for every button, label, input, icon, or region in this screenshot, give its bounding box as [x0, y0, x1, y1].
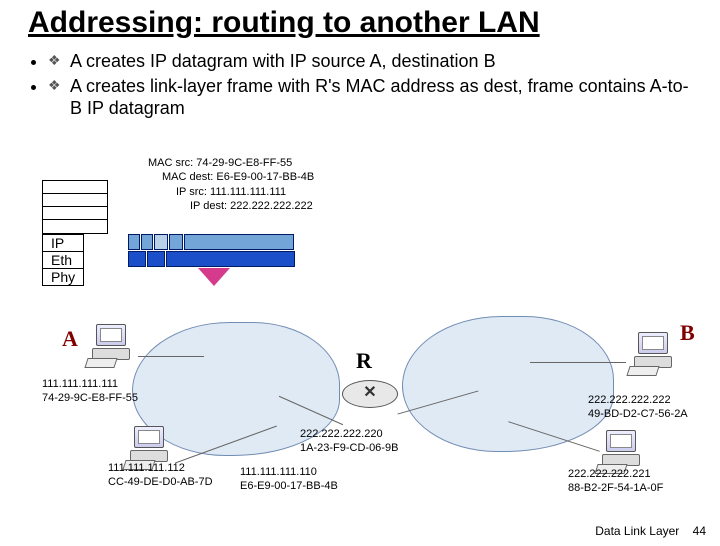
packet-callout: MAC src: 74-29-9C-E8-FF-55 MAC dest: E6-…: [148, 156, 314, 213]
down-arrow-icon: [198, 268, 230, 286]
packet-diagram: [128, 234, 296, 268]
ip-dest-label: IP dest: 222.222.222.222: [148, 199, 314, 213]
router-left-info: 111.111.111.110 E6-E9-00-17-BB-4B: [240, 466, 338, 494]
router-label: R: [356, 348, 372, 374]
ip-src-label: IP src: 111.111.111.111: [148, 185, 314, 199]
bullet-item: A creates link-layer frame with R's MAC …: [48, 75, 696, 120]
mac-src-label: MAC src: 74-29-9C-E8-FF-55: [148, 156, 314, 170]
layer-stack: IP Eth Phy: [42, 234, 84, 286]
lan-cloud-right: [402, 316, 614, 452]
computer-icon: [124, 426, 176, 466]
computer-icon: [86, 324, 138, 364]
ip-address: 222.222.222.221: [568, 468, 663, 482]
footer-label: Data Link Layer: [595, 524, 679, 538]
node-b-info: 222.222.222.222 49-BD-D2-C7-56-2A: [588, 394, 688, 422]
ip-address: 222.222.222.220: [300, 428, 398, 442]
slide-title: Addressing: routing to another LAN: [28, 6, 712, 40]
layer-eth: Eth: [43, 252, 83, 269]
slide-footer: Data Link Layer 44: [595, 524, 706, 538]
ip-address: 111.111.111.110: [240, 466, 338, 480]
wire: [138, 356, 204, 357]
router-icon: [342, 380, 398, 408]
bullet-list: A creates IP datagram with IP source A, …: [48, 50, 696, 120]
mac-address: 74-29-9C-E8-FF-55: [42, 392, 138, 406]
ip-address: 111.111.111.112: [108, 462, 213, 476]
mac-address: 1A-23-F9-CD-06-9B: [300, 442, 398, 456]
computer-icon: [596, 430, 648, 470]
host-b-label: B: [680, 320, 695, 346]
layer-ip: IP: [43, 235, 83, 252]
ip-address: 222.222.222.222: [588, 394, 688, 408]
mac-address: E6-E9-00-17-BB-4B: [240, 480, 338, 494]
layer-phy: Phy: [43, 269, 83, 285]
node-a2-info: 111.111.111.112 CC-49-DE-D0-AB-7D: [108, 462, 213, 490]
computer-icon: [628, 332, 680, 372]
host-a-label: A: [62, 326, 78, 352]
mac-address: CC-49-DE-D0-AB-7D: [108, 476, 213, 490]
node-a-info: 111.111.111.111 74-29-9C-E8-FF-55: [42, 378, 138, 406]
ip-address: 111.111.111.111: [42, 378, 138, 392]
page-number: 44: [693, 524, 706, 538]
node-b2-info: 222.222.222.221 88-B2-2F-54-1A-0F: [568, 468, 663, 496]
mac-dest-label: MAC dest: E6-E9-00-17-BB-4B: [148, 170, 314, 184]
mac-address: 88-B2-2F-54-1A-0F: [568, 482, 663, 496]
wire: [530, 362, 626, 363]
mac-address: 49-BD-D2-C7-56-2A: [588, 408, 688, 422]
bullet-item: A creates IP datagram with IP source A, …: [48, 50, 696, 73]
layer-stack-empty: [42, 180, 108, 234]
router-right-info: 222.222.222.220 1A-23-F9-CD-06-9B: [300, 428, 398, 456]
